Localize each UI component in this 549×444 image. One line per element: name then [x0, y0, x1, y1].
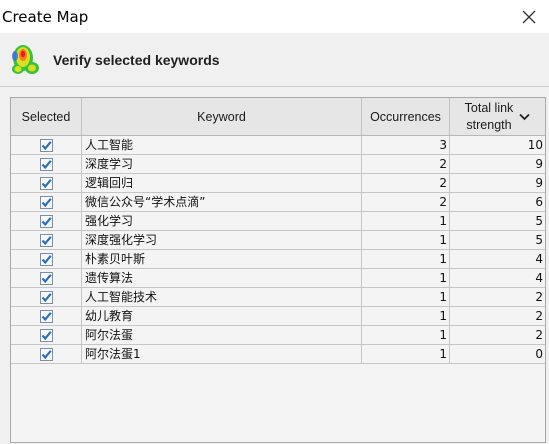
- column-header-occurrences[interactable]: Occurrences: [362, 98, 450, 135]
- cell-keyword: 人工智能技术: [82, 288, 362, 307]
- cell-total-link-strength: 9: [450, 155, 545, 174]
- cell-keyword: 人工智能: [82, 136, 362, 155]
- cell-total-link-strength: 9: [450, 174, 545, 193]
- cell-occurrences: 2: [362, 174, 450, 193]
- cell-selected: [11, 174, 82, 193]
- window-title: Create Map: [2, 8, 89, 26]
- cell-selected: [11, 307, 82, 326]
- column-header-keyword[interactable]: Keyword: [82, 98, 362, 135]
- cell-keyword: 阿尔法蛋: [82, 326, 362, 345]
- checkbox-checked-icon[interactable]: [39, 176, 53, 190]
- column-header-total-link-strength[interactable]: Total link strength: [450, 98, 545, 135]
- table-row[interactable]: 幼儿教育 1 2: [11, 307, 545, 326]
- checkbox-checked-icon[interactable]: [39, 347, 53, 361]
- table-row[interactable]: 强化学习 1 5: [11, 212, 545, 231]
- cell-selected: [11, 288, 82, 307]
- cell-selected: [11, 250, 82, 269]
- cell-selected: [11, 269, 82, 288]
- table-row[interactable]: 遗传算法 1 4: [11, 269, 545, 288]
- cell-selected: [11, 193, 82, 212]
- header-divider: [0, 86, 549, 87]
- checkbox-checked-icon[interactable]: [39, 195, 53, 209]
- cell-keyword: 深度学习: [82, 155, 362, 174]
- cell-keyword: 阿尔法蛋1: [82, 345, 362, 364]
- cell-occurrences: 2: [362, 193, 450, 212]
- table-row[interactable]: 深度学习 2 9: [11, 155, 545, 174]
- table-row[interactable]: 逻辑回归 2 9: [11, 174, 545, 193]
- cell-total-link-strength: 10: [450, 136, 545, 155]
- cell-occurrences: 2: [362, 155, 450, 174]
- cell-occurrences: 1: [362, 288, 450, 307]
- chevron-down-icon: [519, 113, 530, 121]
- cell-occurrences: 1: [362, 250, 450, 269]
- cell-occurrences: 1: [362, 269, 450, 288]
- cell-occurrences: 1: [362, 231, 450, 250]
- table-row[interactable]: 微信公众号“学术点滴” 2 6: [11, 193, 545, 212]
- column-header-keyword-label: Keyword: [197, 109, 246, 124]
- table-row[interactable]: 阿尔法蛋1 1 0: [11, 345, 545, 364]
- cell-selected: [11, 212, 82, 231]
- column-header-selected-label: Selected: [21, 109, 71, 124]
- page-title: Verify selected keywords: [53, 52, 220, 68]
- title-bar: Create Map: [0, 0, 549, 33]
- close-icon: [522, 10, 536, 23]
- wizard-header: Verify selected keywords: [0, 33, 549, 86]
- column-header-total-link-strength-label-line2: strength: [466, 117, 512, 132]
- cell-total-link-strength: 5: [450, 212, 545, 231]
- checkbox-checked-icon[interactable]: [39, 328, 53, 342]
- cell-total-link-strength: 2: [450, 288, 545, 307]
- cell-occurrences: 1: [362, 212, 450, 231]
- close-button[interactable]: [509, 0, 549, 33]
- checkbox-checked-icon[interactable]: [39, 309, 53, 323]
- table-row[interactable]: 阿尔法蛋 1 2: [11, 326, 545, 345]
- cell-keyword: 强化学习: [82, 212, 362, 231]
- keywords-table[interactable]: Selected Keyword Occurrences Total link …: [10, 97, 546, 443]
- cell-occurrences: 1: [362, 307, 450, 326]
- cell-total-link-strength: 5: [450, 231, 545, 250]
- checkbox-checked-icon[interactable]: [39, 271, 53, 285]
- cell-keyword: 朴素贝叶斯: [82, 250, 362, 269]
- table-header: Selected Keyword Occurrences Total link …: [11, 98, 545, 136]
- checkbox-checked-icon[interactable]: [39, 233, 53, 247]
- column-header-total-link-strength-label-line1: Total link: [464, 100, 514, 115]
- checkbox-checked-icon[interactable]: [39, 214, 53, 228]
- checkbox-checked-icon[interactable]: [39, 252, 53, 266]
- checkbox-checked-icon[interactable]: [39, 138, 53, 152]
- cell-selected: [11, 155, 82, 174]
- cell-total-link-strength: 2: [450, 307, 545, 326]
- column-header-selected[interactable]: Selected: [11, 98, 82, 135]
- cell-keyword: 微信公众号“学术点滴”: [82, 193, 362, 212]
- cell-keyword: 幼儿教育: [82, 307, 362, 326]
- column-header-occurrences-label: Occurrences: [370, 109, 441, 124]
- cell-selected: [11, 326, 82, 345]
- table-row[interactable]: 朴素贝叶斯 1 4: [11, 250, 545, 269]
- cell-total-link-strength: 4: [450, 250, 545, 269]
- cell-occurrences: 1: [362, 345, 450, 364]
- cell-keyword: 逻辑回归: [82, 174, 362, 193]
- cell-selected: [11, 345, 82, 364]
- checkbox-checked-icon[interactable]: [39, 290, 53, 304]
- cell-total-link-strength: 2: [450, 326, 545, 345]
- table-row[interactable]: 人工智能技术 1 2: [11, 288, 545, 307]
- cell-occurrences: 1: [362, 326, 450, 345]
- checkbox-checked-icon[interactable]: [39, 157, 53, 171]
- table-body: 人工智能 3 10 深度学习 2 9 逻辑回归 2 9 微信公众号“学术点滴” 2 6 强化学习 1 5 深度…: [11, 136, 545, 364]
- cell-total-link-strength: 6: [450, 193, 545, 212]
- cell-total-link-strength: 0: [450, 345, 545, 364]
- cell-total-link-strength: 4: [450, 269, 545, 288]
- cell-occurrences: 3: [362, 136, 450, 155]
- table-row[interactable]: 深度强化学习 1 5: [11, 231, 545, 250]
- vosviewer-density-logo-icon: [12, 45, 39, 74]
- cell-selected: [11, 231, 82, 250]
- cell-selected: [11, 136, 82, 155]
- cell-keyword: 遗传算法: [82, 269, 362, 288]
- cell-keyword: 深度强化学习: [82, 231, 362, 250]
- table-row[interactable]: 人工智能 3 10: [11, 136, 545, 155]
